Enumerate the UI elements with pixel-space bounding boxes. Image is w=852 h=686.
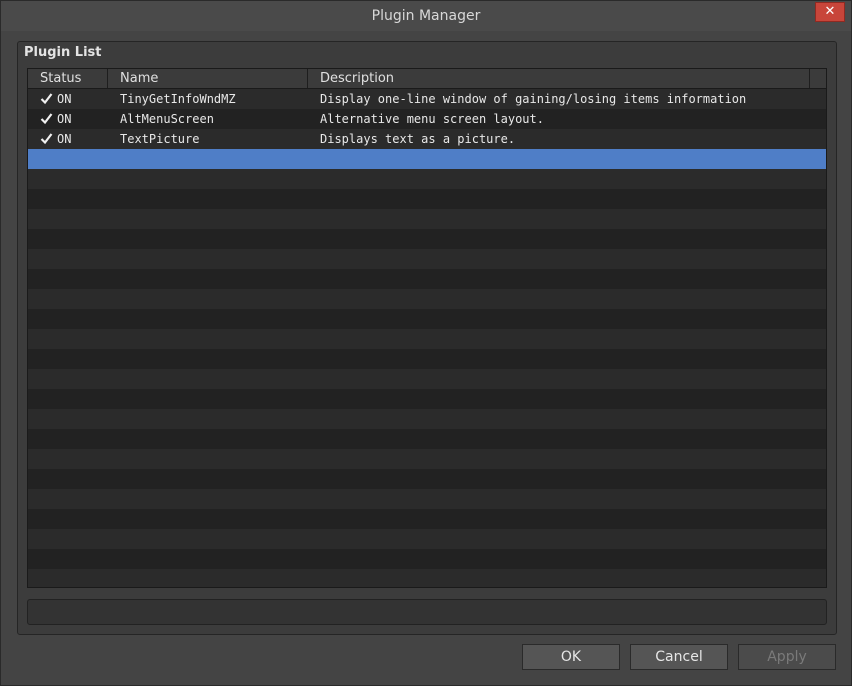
status-label: ON xyxy=(57,92,72,106)
plugin-table[interactable]: Status Name Description ON TinyGetInfoWnd… xyxy=(27,68,827,588)
table-row-empty[interactable] xyxy=(28,429,826,449)
checkmark-icon[interactable] xyxy=(40,92,53,105)
ok-button[interactable]: OK xyxy=(522,644,620,670)
column-header-name[interactable]: Name xyxy=(108,69,308,88)
column-header-description[interactable]: Description xyxy=(308,69,810,88)
plugin-name: TextPicture xyxy=(120,132,200,146)
table-row-empty[interactable] xyxy=(28,189,826,209)
checkmark-icon[interactable] xyxy=(40,112,53,125)
table-row-empty[interactable] xyxy=(28,529,826,549)
close-button[interactable]: ✕ xyxy=(815,2,845,22)
table-header: Status Name Description xyxy=(28,69,826,89)
table-row-empty[interactable] xyxy=(28,149,826,169)
table-row-empty[interactable] xyxy=(28,209,826,229)
status-cell[interactable]: ON xyxy=(40,129,108,149)
plugin-description: Alternative menu screen layout. xyxy=(320,112,544,126)
table-row-empty[interactable] xyxy=(28,269,826,289)
window-title: Plugin Manager xyxy=(371,8,481,24)
table-row-empty[interactable] xyxy=(28,569,826,587)
table-row[interactable]: ON AltMenuScreen Alternative menu screen l… xyxy=(28,109,826,129)
status-cell[interactable]: ON xyxy=(40,89,108,109)
column-header-status[interactable]: Status xyxy=(28,69,108,88)
table-row-empty[interactable] xyxy=(28,169,826,189)
plugin-name: TinyGetInfoWndMZ xyxy=(120,92,236,106)
table-row-empty[interactable] xyxy=(28,449,826,469)
title-bar[interactable]: Plugin Manager ✕ xyxy=(1,1,851,31)
table-row-empty[interactable] xyxy=(28,329,826,349)
column-header-spacer xyxy=(810,69,826,88)
status-cell[interactable]: ON xyxy=(40,109,108,129)
plugin-description: Display one-line window of gaining/losin… xyxy=(320,92,747,106)
table-row-empty[interactable] xyxy=(28,489,826,509)
table-row-empty[interactable] xyxy=(28,389,826,409)
table-row-empty[interactable] xyxy=(28,349,826,369)
table-row[interactable]: ON TinyGetInfoWndMZ Display one-line windo… xyxy=(28,89,826,109)
table-body: ON TinyGetInfoWndMZ Display one-line windo… xyxy=(28,89,826,587)
plugin-list-group: Plugin List Status Name Description ON Ti… xyxy=(17,41,837,635)
plugin-help-bar xyxy=(27,599,827,625)
apply-button[interactable]: Apply xyxy=(738,644,836,670)
close-icon: ✕ xyxy=(824,4,836,19)
table-row-empty[interactable] xyxy=(28,289,826,309)
table-row[interactable]: ON TextPicture Displays text as a picture. xyxy=(28,129,826,149)
table-row-empty[interactable] xyxy=(28,509,826,529)
cancel-button[interactable]: Cancel xyxy=(630,644,728,670)
table-row-empty[interactable] xyxy=(28,309,826,329)
group-title: Plugin List xyxy=(24,45,102,60)
table-row-empty[interactable] xyxy=(28,369,826,389)
status-label: ON xyxy=(57,112,72,126)
plugin-name: AltMenuScreen xyxy=(120,112,214,126)
table-row-empty[interactable] xyxy=(28,249,826,269)
plugin-manager-window: Plugin Manager ✕ Plugin List Status Name… xyxy=(0,0,852,686)
checkmark-icon[interactable] xyxy=(40,132,53,145)
status-label: ON xyxy=(57,132,72,146)
table-row-empty[interactable] xyxy=(28,229,826,249)
plugin-description: Displays text as a picture. xyxy=(320,132,516,146)
table-row-empty[interactable] xyxy=(28,409,826,429)
table-row-empty[interactable] xyxy=(28,549,826,569)
table-row-empty[interactable] xyxy=(28,469,826,489)
